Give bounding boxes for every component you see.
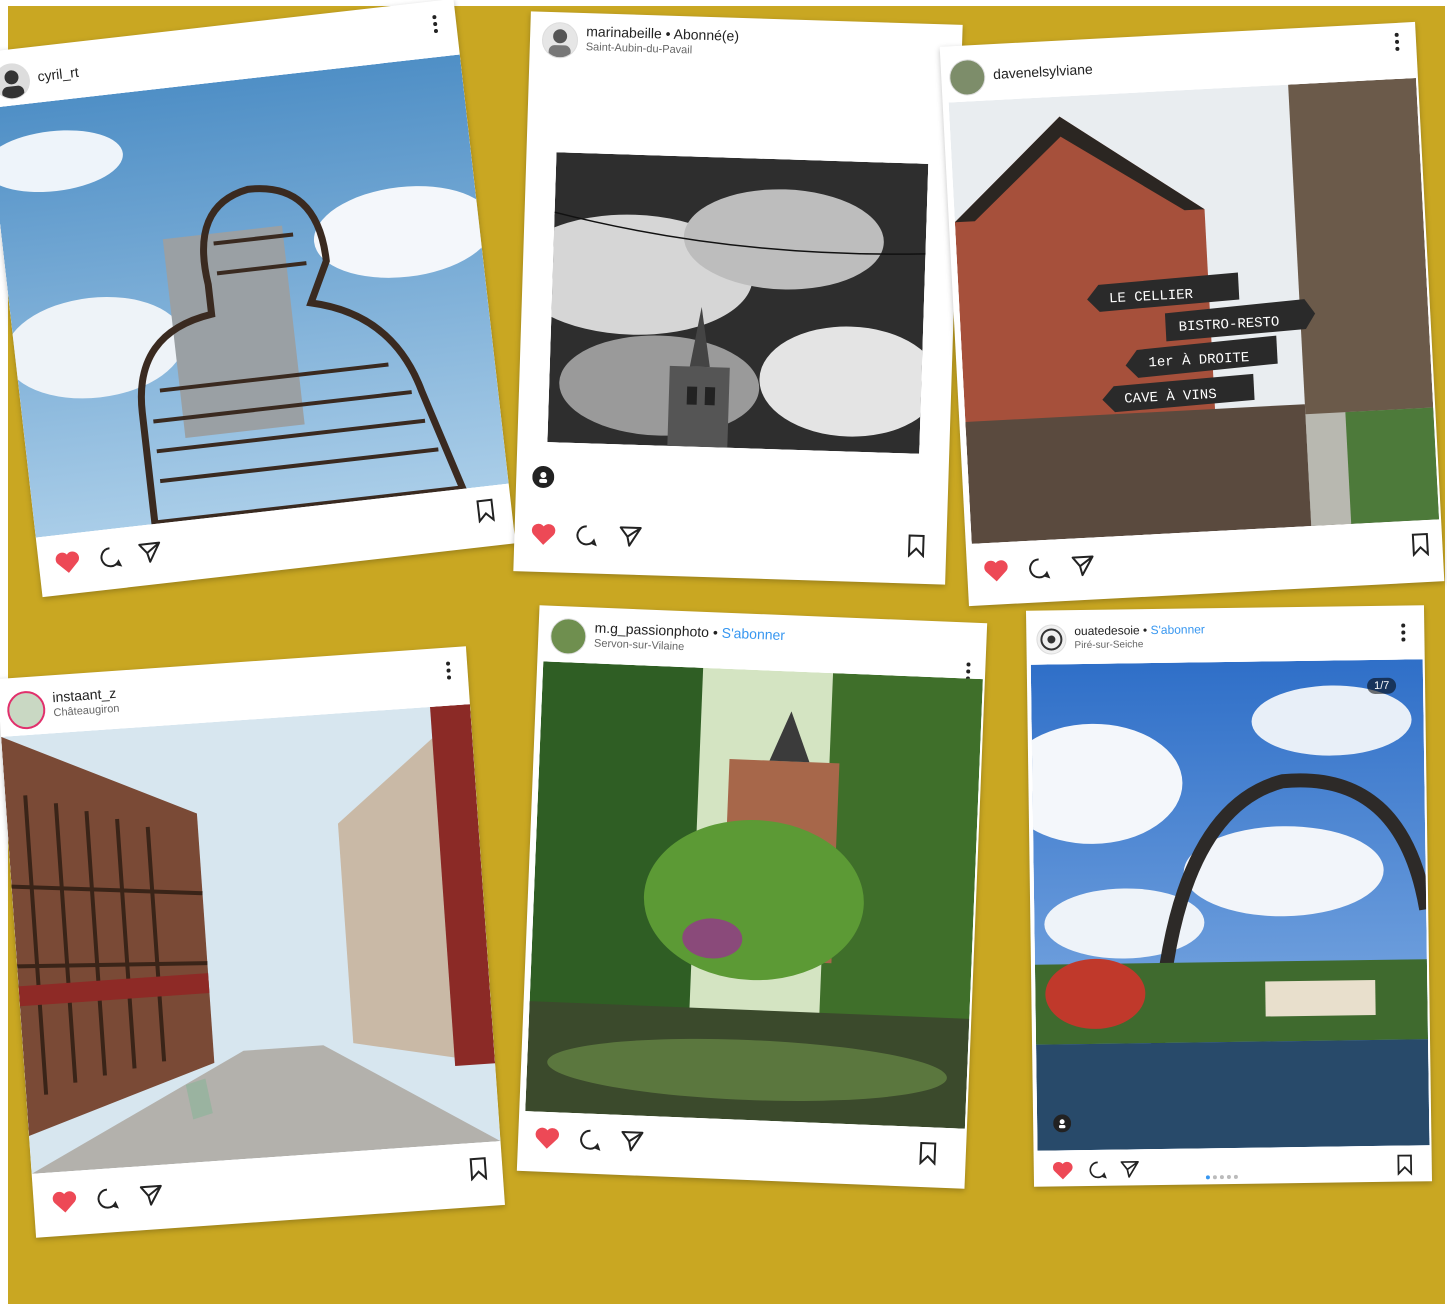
post-card-mg-passionphoto: m.g_passionphoto • S'abonner Servon-sur-… [516, 605, 988, 1189]
carousel-dot[interactable] [1226, 1175, 1231, 1180]
avatar[interactable] [1036, 624, 1067, 655]
username[interactable]: instaant_z [52, 685, 117, 705]
comment-icon[interactable] [1026, 556, 1051, 581]
carousel-dot[interactable] [1219, 1175, 1224, 1180]
follow-button[interactable]: S'abonner [1150, 622, 1205, 637]
avatar[interactable] [0, 61, 32, 102]
more-icon[interactable] [445, 661, 452, 681]
location[interactable]: Saint-Aubin-du-Pavail [586, 41, 693, 56]
post-photo [1, 704, 501, 1174]
location[interactable]: Châteaugiron [53, 703, 120, 720]
share-icon[interactable] [618, 524, 643, 549]
carousel-counter: 1/7 [1366, 677, 1397, 695]
heart-icon[interactable] [51, 1189, 79, 1215]
carousel-dot[interactable] [1205, 1175, 1210, 1180]
share-icon[interactable] [1070, 553, 1095, 578]
heart-icon[interactable] [530, 522, 557, 547]
more-icon[interactable] [431, 14, 439, 36]
post-photo [0, 54, 509, 538]
username[interactable]: davenelsylviane [993, 61, 1093, 82]
username[interactable]: ouatedesoie • S'abonner [1074, 622, 1205, 638]
avatar[interactable] [541, 21, 579, 59]
avatar[interactable] [5, 689, 47, 731]
comment-icon[interactable] [97, 544, 124, 571]
bookmark-icon[interactable] [474, 497, 497, 524]
post-card-marinabeille: marinabeille • Abonné(e) Saint-Aubin-du-… [513, 11, 963, 585]
location[interactable]: Servon-sur-Vilaine [594, 637, 685, 653]
comment-icon[interactable] [574, 523, 599, 548]
heart-icon[interactable] [1052, 1160, 1074, 1180]
heart-icon[interactable] [53, 549, 82, 576]
location[interactable]: Piré-sur-Seiche [1074, 639, 1143, 651]
carousel-dot[interactable] [1233, 1174, 1238, 1179]
tag-icon[interactable] [532, 465, 555, 489]
post-card-instaant-z: instaant_z Châteaugiron [0, 646, 505, 1238]
comment-icon[interactable] [578, 1127, 603, 1152]
carousel-dots [1205, 1166, 1241, 1184]
more-icon[interactable] [1400, 623, 1406, 643]
bookmark-icon[interactable] [917, 1141, 938, 1166]
post-card-davenelsylviane: davenelsylviane LE CELLIER BISTRO-RESTO … [939, 21, 1445, 607]
post-card-ouatedesoie: ouatedesoie • S'abonner Piré-sur-Seiche … [1025, 605, 1433, 1187]
more-icon[interactable] [1394, 32, 1401, 53]
username[interactable]: marinabeille • Abonné(e) [586, 23, 739, 44]
comment-icon[interactable] [95, 1186, 121, 1212]
carousel-dot[interactable] [1212, 1175, 1217, 1180]
bookmark-icon[interactable] [1410, 532, 1431, 557]
share-icon[interactable] [137, 539, 164, 566]
post-photo [525, 661, 983, 1129]
post-photo [547, 152, 929, 454]
avatar[interactable] [549, 617, 588, 656]
share-icon[interactable] [1120, 1159, 1140, 1179]
username[interactable]: cyril_rt [37, 64, 80, 85]
heart-icon[interactable] [983, 558, 1010, 583]
share-icon[interactable] [620, 1129, 645, 1154]
heart-icon[interactable] [534, 1125, 561, 1150]
post-photo: LE CELLIER BISTRO-RESTO 1er À DROITE CAV… [948, 77, 1440, 544]
bookmark-icon[interactable] [1396, 1153, 1414, 1176]
avatar[interactable] [948, 58, 987, 97]
collage-board: cyril_rt marinabeille • Abonné(e) Saint-… [0, 0, 1445, 1304]
bookmark-icon[interactable] [906, 533, 927, 559]
post-card-cyril-rt: cyril_rt [0, 0, 516, 598]
follow-button[interactable]: S'abonner [721, 625, 785, 644]
tag-icon[interactable] [1053, 1114, 1072, 1133]
post-photo [1030, 659, 1430, 1151]
comment-icon[interactable] [1088, 1160, 1108, 1180]
bookmark-icon[interactable] [468, 1156, 490, 1182]
share-icon[interactable] [139, 1183, 165, 1209]
